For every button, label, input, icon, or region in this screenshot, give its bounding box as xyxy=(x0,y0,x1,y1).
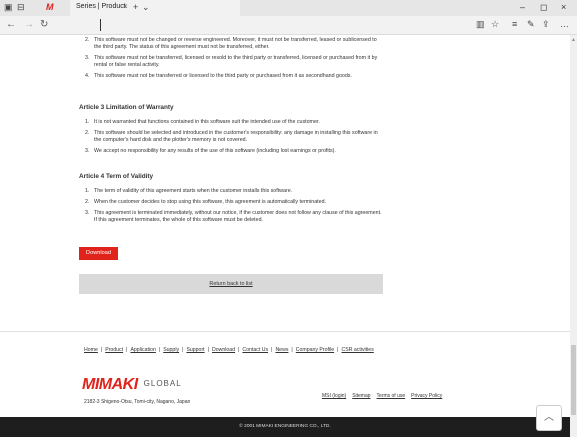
maximize-icon[interactable]: ◻ xyxy=(540,2,547,13)
footer-link-product[interactable]: Product xyxy=(105,347,123,353)
list-item: 3. We accept no responsibility for any re… xyxy=(85,148,336,154)
article3-heading: Article 3 Limitation of Warranty xyxy=(79,104,174,111)
footer-utility-links: MSI (login) Sitemap Terms of use Privacy Po… xyxy=(322,393,448,399)
footer-link-contact[interactable]: Contact Us xyxy=(242,347,268,353)
minimize-icon[interactable]: – xyxy=(520,2,525,12)
footer-link-news[interactable]: News xyxy=(275,347,288,353)
tab-title: Series | Product xyxy=(76,3,126,10)
hub-icon[interactable]: ≡ xyxy=(512,19,517,29)
browser-tab-bar: ▣ ⊟ M Series | Product × + ⌄ – ◻ × xyxy=(0,0,577,16)
terms-link[interactable]: Terms of use xyxy=(377,393,406,399)
footer-divider xyxy=(0,331,570,332)
tab-dropdown-icon[interactable]: ⌄ xyxy=(142,2,150,13)
download-button[interactable]: Download xyxy=(79,247,118,260)
footer-link-application[interactable]: Application xyxy=(130,347,155,353)
mimaki-logo[interactable]: MIMAKI GLOBAL xyxy=(82,376,182,394)
privacy-link[interactable]: Privacy Policy xyxy=(411,393,442,399)
share-icon[interactable]: ⇪ xyxy=(542,19,550,30)
sitemap-link[interactable]: Sitemap xyxy=(352,393,370,399)
footer-link-support[interactable]: Support xyxy=(186,347,204,353)
address-bar: ← → ↻ ▥ ☆ ≡ ✎ ⇪ … xyxy=(0,16,577,35)
list-item: 1. The term of validity of this agreement… xyxy=(85,188,293,194)
more-icon[interactable]: … xyxy=(560,19,569,29)
set-aside-tabs-icon[interactable]: ⊟ xyxy=(17,2,25,13)
notes-icon[interactable]: ✎ xyxy=(527,19,535,30)
footer-link-csr[interactable]: CSR activities xyxy=(342,347,374,353)
footer-link-company[interactable]: Company Profile xyxy=(296,347,334,353)
footer-link-supply[interactable]: Supply xyxy=(163,347,179,353)
favorite-star-icon[interactable]: ☆ xyxy=(491,19,499,30)
footer-nav: Home | Product | Application | Supply | Support |… xyxy=(84,347,374,353)
close-window-icon[interactable]: × xyxy=(561,2,566,12)
list-item: 2. This software should be selected and i… xyxy=(85,130,378,143)
list-item: 1. It is not warranted that functions con… xyxy=(85,119,320,125)
list-item: 3. This software must not be transferred,… xyxy=(85,55,378,68)
scroll-up-arrow-icon[interactable]: ▲ xyxy=(571,37,576,43)
article3: Article 3 Limitation of Warranty 1. It is… xyxy=(79,104,384,159)
url-input[interactable] xyxy=(100,19,101,31)
new-tab-icon[interactable]: + xyxy=(133,2,138,13)
footer-link-home[interactable]: Home xyxy=(84,347,98,353)
list-item: 4. This software must not be transferred … xyxy=(85,73,352,79)
mimaki-favicon-icon: M xyxy=(46,2,54,12)
chevron-up-icon: ︿ xyxy=(544,412,554,423)
back-icon[interactable]: ← xyxy=(6,19,16,30)
article2-list: 2. This software must not be changed or r… xyxy=(79,37,384,84)
refresh-icon[interactable]: ↻ xyxy=(40,19,48,30)
browser-tab[interactable]: M Series | Product × xyxy=(46,0,240,16)
logo-global: GLOBAL xyxy=(143,379,182,388)
logo-brand: MIMAKI xyxy=(82,376,138,393)
forward-icon[interactable]: → xyxy=(24,19,34,30)
article4-heading: Article 4 Term of Validity xyxy=(79,173,154,180)
article4: Article 4 Term of Validity 1. The term of… xyxy=(79,173,384,228)
msi-login-link[interactable]: MSI (login) xyxy=(322,393,346,399)
footer-link-download[interactable]: Download xyxy=(212,347,235,353)
list-item: 3. This agreement is terminated immediate… xyxy=(85,210,382,223)
tab-close-icon[interactable]: × xyxy=(123,2,128,11)
scroll-to-top-button[interactable]: ︿ xyxy=(536,405,562,431)
return-to-list-button[interactable]: Return back to list xyxy=(79,274,383,294)
scrollbar-thumb[interactable] xyxy=(571,345,576,415)
copyright-text: © 2001 MIMAKI ENGINEERING CO., LTD. xyxy=(239,424,331,429)
list-item: 2. This software must not be changed or r… xyxy=(85,37,377,50)
tab-list-icon[interactable]: ▣ xyxy=(4,2,13,13)
reading-view-icon[interactable]: ▥ xyxy=(476,19,485,30)
company-address: 2182-3 Shigeno-Otsu, Tomi-city, Nagano, … xyxy=(84,399,191,405)
list-item: 2. When the customer decides to stop usin… xyxy=(85,199,326,205)
